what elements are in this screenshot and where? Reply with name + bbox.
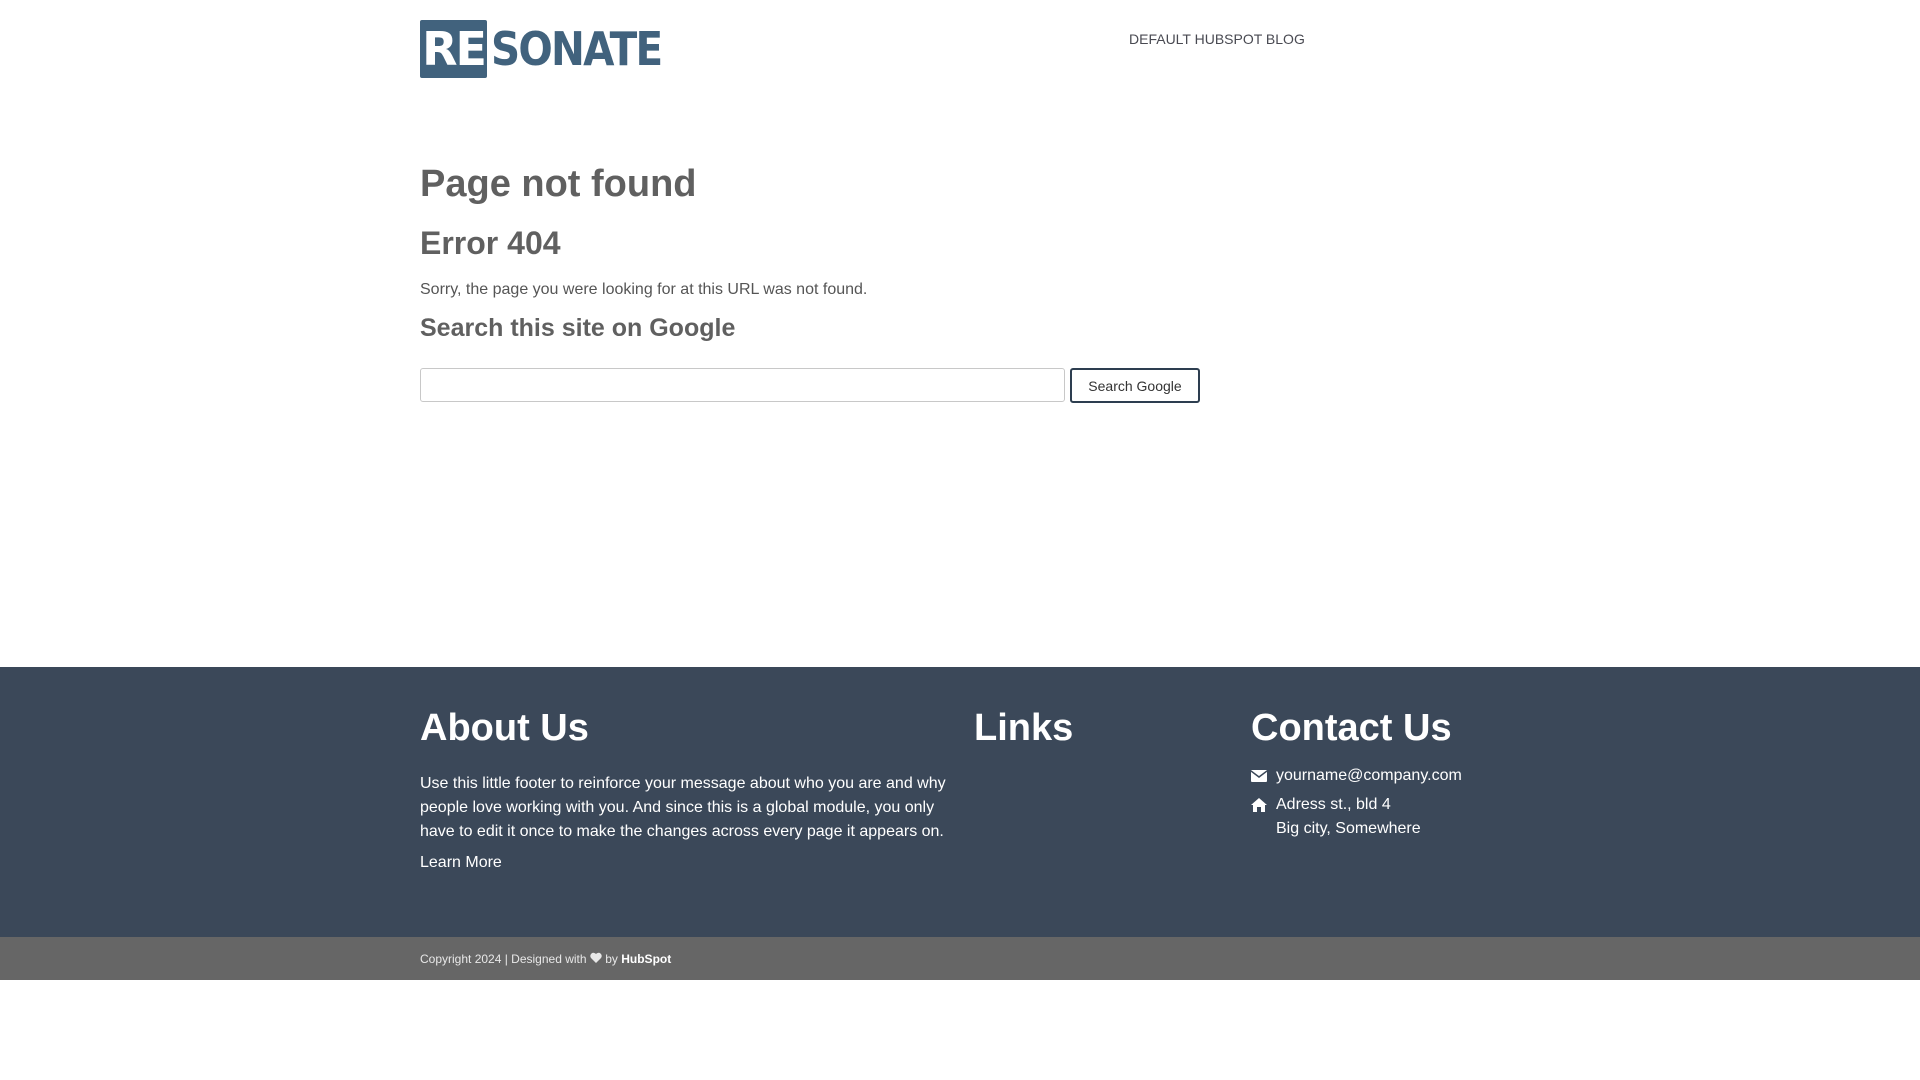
page-title: Page not found — [420, 163, 697, 205]
search-google-button[interactable]: Search Google — [1070, 368, 1200, 403]
address-line-2: Big city, Somewhere — [1276, 820, 1421, 837]
by-label: by — [601, 951, 622, 966]
footer-links: Links — [974, 707, 1073, 750]
copyright-label: Copyright 2024 | Designed with — [420, 951, 590, 966]
search-heading: Search this site on Google — [420, 314, 736, 342]
about-text: Use this little footer to reinforce your… — [420, 775, 946, 840]
address-line-1: Adress st., bld 4 — [1276, 796, 1391, 813]
contact-heading: Contact Us — [1251, 707, 1452, 749]
logo-mark: RE — [420, 20, 487, 78]
learn-more-link[interactable]: Learn More — [420, 854, 950, 872]
site-logo[interactable]: RE SONATE — [420, 20, 685, 78]
contact-email-row: yourname@company.com — [1251, 764, 1571, 788]
copyright-text: Copyright 2024 | Designed with by HubSpo… — [420, 937, 671, 980]
copyright-bar: Copyright 2024 | Designed with by HubSpo… — [0, 937, 1920, 980]
footer-about: About Us Use this little footer to reinf… — [420, 707, 950, 872]
error-code: Error 404 — [420, 225, 561, 261]
footer-contact: Contact Us yourname@company.com Adress s… — [1251, 707, 1571, 841]
logo-text: SONATE — [491, 22, 663, 76]
about-heading: About Us — [420, 707, 589, 749]
heart-icon — [590, 952, 602, 966]
nav-link-default-blog[interactable]: DEFAULT HUBSPOT BLOG — [1129, 31, 1305, 47]
error-message: Sorry, the page you were looking for at … — [420, 281, 868, 298]
envelope-icon — [1251, 764, 1276, 788]
links-heading: Links — [974, 707, 1074, 749]
hubspot-link[interactable]: HubSpot — [621, 952, 671, 966]
contact-address-row: Adress st., bld 4 Big city, Somewhere — [1251, 793, 1571, 841]
home-icon — [1251, 793, 1276, 817]
contact-email[interactable]: yourname@company.com — [1276, 764, 1462, 788]
site-footer: About Us Use this little footer to reinf… — [0, 667, 1920, 937]
search-input[interactable] — [420, 368, 1065, 402]
contact-address: Adress st., bld 4 Big city, Somewhere — [1276, 793, 1421, 841]
site-header: RE SONATE DEFAULT HUBSPOT BLOG — [420, 0, 1500, 100]
